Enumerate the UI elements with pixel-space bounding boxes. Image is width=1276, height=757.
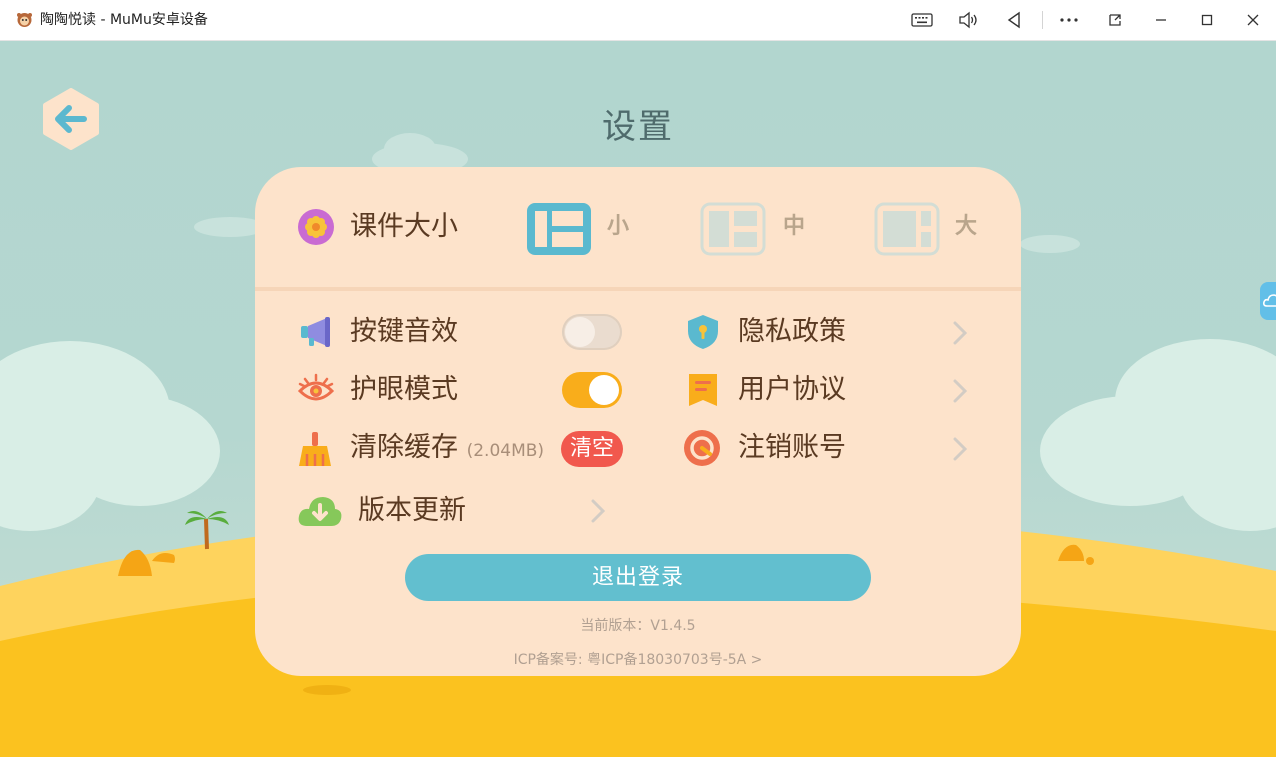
user-agreement-label: 用户协议 [738,374,846,405]
minimize-icon[interactable] [1148,8,1174,32]
version-update-label: 版本更新 [358,495,466,526]
chevron-right-icon [953,379,967,403]
version-text: 当前版本：V1.4.5 [580,618,696,634]
cache-size: (2.04MB) [466,441,545,461]
key-sound-toggle[interactable] [562,314,622,350]
size-option-small[interactable]: 小 [525,199,635,257]
eye-icon [297,373,335,401]
cloud-download-icon [298,497,342,526]
version-update-row[interactable]: 版本更新 [295,485,615,535]
size-label-medium: 中 [783,214,806,239]
window-title-bar: 陶陶悦读 - MuMu安卓设备 [0,0,1276,41]
speaker-icon [301,317,330,347]
cancel-account-label: 注销账号 [738,432,846,463]
section-divider [255,287,1021,291]
layout-large-icon [874,202,940,256]
size-label-large: 大 [955,214,978,239]
layout-small-icon [527,203,591,255]
document-icon [689,374,717,406]
window-title: 陶陶悦读 - MuMu安卓设备 [40,12,208,28]
titlebar-separator [1042,11,1043,29]
volume-icon[interactable] [955,8,981,32]
size-option-medium[interactable]: 中 [699,199,809,257]
key-sound-label: 按键音效 [350,316,458,347]
clear-cache-button[interactable]: 清空 [561,431,623,467]
clear-cache-label: 清除缓存 (2.04MB) [350,431,544,468]
privacy-policy-label: 隐私政策 [738,316,846,347]
courseware-size-label: 课件大小 [350,211,458,242]
cancel-account-row[interactable]: 注销账号 [683,423,983,473]
clear-cache-text: 清除缓存 [350,432,458,463]
keyboard-icon[interactable] [909,8,935,32]
shield-icon [688,315,718,349]
chevron-right-icon [591,499,605,523]
cloud-icon [1263,294,1276,307]
page-title: 设置 [602,107,674,147]
back-triangle-icon[interactable] [1001,8,1027,32]
cancel-account-icon [684,430,720,466]
eye-mode-label: 护眼模式 [350,374,458,405]
floating-assist-tab[interactable] [1260,282,1276,320]
app-logo-icon [17,13,32,27]
settings-panel: 课件大小 小 中 大 按键音效 护眼模式 清除缓存 (2.04MB) 清空 版本… [255,167,1021,676]
user-agreement-row[interactable]: 用户协议 [683,365,983,415]
chevron-right-icon [953,321,967,345]
layout-medium-icon [700,202,766,256]
privacy-policy-row[interactable]: 隐私政策 [683,307,983,357]
maximize-icon[interactable] [1194,8,1220,32]
app-stage: 设置 课件大小 小 中 大 按键音效 护眼模式 清除缓存 (2.04MB) 清空… [0,41,1276,757]
logout-button[interactable]: 退出登录 [405,554,871,601]
close-icon[interactable] [1240,8,1266,32]
flower-icon [298,209,334,245]
icp-link[interactable]: ICP备案号: 粤ICP备18030703号-5A > [255,649,1021,669]
chevron-right-icon [953,437,967,461]
broom-icon [299,432,331,466]
eye-mode-toggle[interactable] [562,372,622,408]
detach-icon[interactable] [1102,8,1128,32]
size-option-large[interactable]: 大 [873,199,983,257]
more-icon[interactable] [1056,8,1082,32]
size-label-small: 小 [607,214,630,239]
